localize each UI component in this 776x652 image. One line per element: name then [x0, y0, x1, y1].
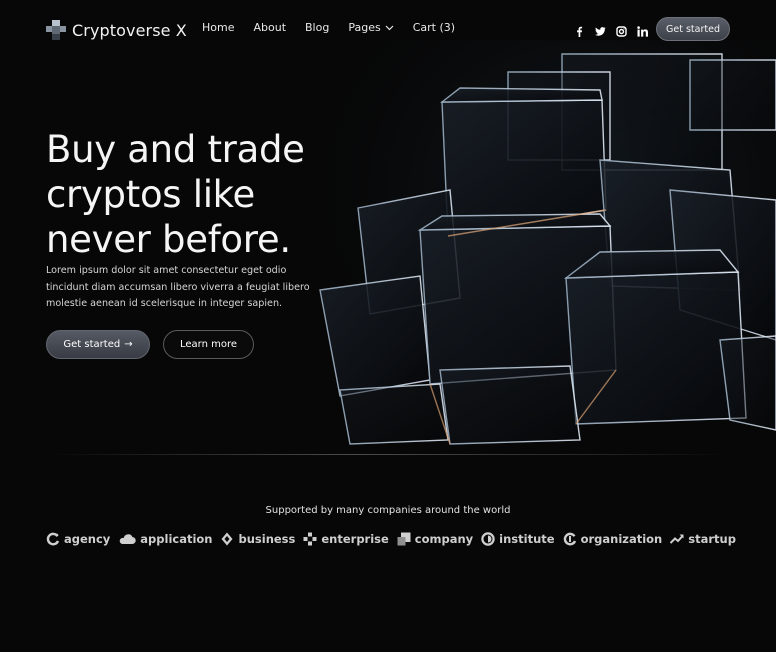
partner-logo-organization: organization: [563, 532, 663, 546]
ring-c-icon: [563, 532, 576, 546]
nav-get-started-button[interactable]: Get started: [656, 17, 730, 41]
section-divider: [46, 454, 730, 455]
partner-logo-business-label: business: [238, 532, 296, 546]
partner-logo-agency-label: agency: [64, 532, 111, 546]
chevron-down-icon: [385, 25, 394, 30]
hero-get-started-label: Get started: [63, 339, 121, 350]
partner-logo-agency: agency: [46, 532, 110, 546]
nav-link-home-label: Home: [202, 21, 235, 34]
nav-link-pages-label: Pages: [348, 21, 381, 34]
main-menu: Home About Blog Pages Cart (3): [202, 21, 455, 34]
nav-link-cart[interactable]: Cart (3): [413, 21, 455, 34]
brand[interactable]: Cryptoverse X: [46, 20, 187, 40]
partner-logo-enterprise: enterprise: [303, 532, 389, 546]
nav-link-pages[interactable]: Pages: [348, 21, 394, 34]
partner-logo-company: company: [397, 532, 473, 546]
hero-glass-cubes-image: [300, 40, 776, 460]
partner-logo-institute: institute: [481, 532, 555, 546]
nav-link-blog-label: Blog: [305, 21, 330, 34]
partner-logo-company-label: company: [414, 532, 474, 546]
nav-link-cart-label: Cart (3): [412, 21, 456, 34]
partner-logo-startup: startup: [670, 532, 736, 546]
hero-headline: Buy and trade cryptos like never before.: [46, 128, 305, 261]
hero-learn-more-button[interactable]: Learn more: [163, 330, 254, 359]
partner-logo-enterprise-label: enterprise: [321, 532, 389, 546]
nav-link-about-label: About: [253, 21, 287, 34]
partner-logo-organization-label: organization: [580, 532, 663, 546]
squares-icon: [397, 532, 411, 546]
diamond-icon: [221, 532, 233, 546]
top-navigation: Cryptoverse X Home About Blog Pages Cart…: [0, 0, 776, 58]
hero-get-started-button[interactable]: Get started →: [46, 330, 150, 359]
cross-icon: [303, 532, 317, 546]
social-links: [574, 22, 648, 37]
partner-logo-application: application: [118, 532, 213, 546]
brand-logo-icon: [46, 20, 66, 40]
hero-lead-text: Lorem ipsum dolor sit amet consectetur e…: [46, 265, 310, 309]
hero-learn-more-label: Learn more: [179, 339, 238, 350]
partner-logo-institute-label: institute: [499, 532, 555, 546]
nav-link-about[interactable]: About: [253, 21, 286, 34]
facebook-icon[interactable]: [574, 22, 585, 37]
arrow-right-icon: →: [124, 339, 133, 350]
cloud-icon: [120, 534, 136, 545]
linkedin-icon[interactable]: [637, 22, 648, 37]
partners-heading: Supported by many companies around the w…: [265, 505, 511, 516]
partner-logo-startup-label: startup: [688, 532, 736, 546]
twitter-icon[interactable]: [595, 22, 606, 36]
partner-logo-business: business: [220, 532, 295, 546]
brand-name: Cryptoverse X: [72, 20, 187, 40]
instagram-icon[interactable]: [616, 22, 627, 37]
partner-logo-application-label: application: [140, 532, 213, 546]
nav-link-home[interactable]: Home: [202, 21, 234, 34]
half-circle-icon: [481, 532, 495, 546]
ring-c-icon: [46, 532, 60, 546]
glass-cubes-illustration: [300, 40, 776, 460]
trend-up-icon: [670, 534, 684, 544]
partner-logos: agency application business enterprise c…: [46, 532, 736, 546]
nav-link-blog[interactable]: Blog: [305, 21, 329, 34]
